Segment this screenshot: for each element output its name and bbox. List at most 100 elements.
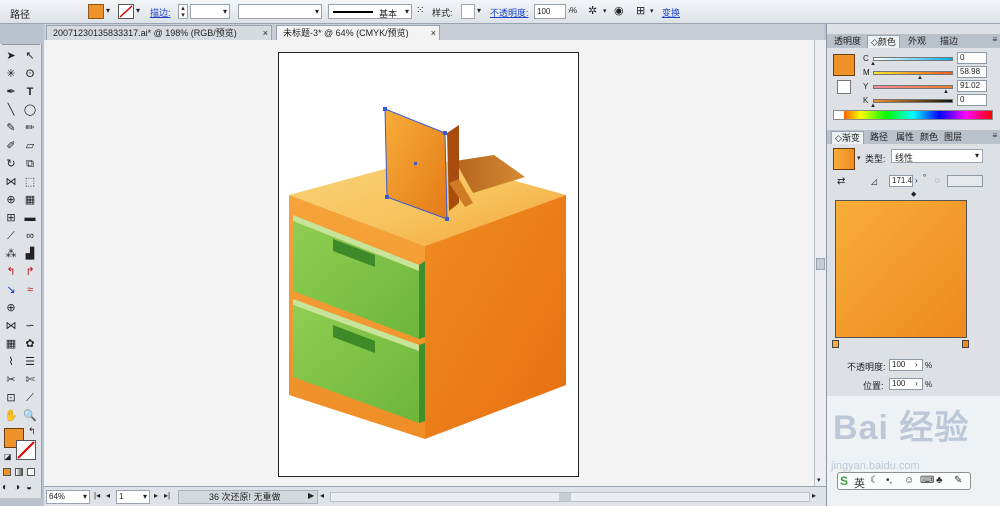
none-color-chip[interactable]: [834, 111, 844, 119]
channel-y-slider[interactable]: [873, 85, 953, 89]
transform-link[interactable]: 变换: [662, 6, 680, 19]
scroll-down-icon[interactable]: ▾: [817, 476, 821, 484]
blob-brush-tool-icon[interactable]: ✐: [3, 138, 19, 154]
fill-swatch[interactable]: [88, 4, 104, 19]
path-tool-icon[interactable]: ↘: [3, 282, 19, 298]
gradient-mode-button[interactable]: [15, 468, 23, 476]
line-tool-icon[interactable]: ╲: [3, 102, 19, 118]
crystallize-tool-icon[interactable]: ✿: [22, 336, 38, 352]
tab-appearance[interactable]: 外观: [905, 35, 929, 48]
anchor-point[interactable]: [383, 107, 387, 111]
zoom-tool-icon[interactable]: 🔍: [22, 408, 38, 424]
channel-y-input[interactable]: 91.02: [957, 80, 987, 92]
globe-icon[interactable]: ◉: [614, 4, 624, 17]
paintbrush-tool-icon[interactable]: ✎: [3, 120, 19, 136]
close-icon[interactable]: ×: [263, 26, 268, 40]
channel-m-input[interactable]: 58.98: [957, 66, 987, 78]
drawer-top-side[interactable]: [419, 261, 425, 339]
anchor-point[interactable]: [445, 217, 449, 221]
toolbox-grip[interactable]: [2, 44, 40, 47]
channel-c-input[interactable]: 0: [957, 52, 987, 64]
select-similar-icon[interactable]: ⊞: [636, 4, 645, 17]
shaper-tool-icon[interactable]: ↰: [3, 264, 19, 280]
vertical-scrollbar[interactable]: ▾: [814, 40, 826, 486]
stroke-weight-dropdown[interactable]: ▾: [190, 4, 230, 19]
mesh-tool-icon[interactable]: ⊞: [3, 210, 19, 226]
next-page-icon[interactable]: ▸: [154, 491, 158, 500]
pen-tool-icon[interactable]: ✒: [3, 84, 19, 100]
drawer-bottom-side[interactable]: [419, 343, 425, 423]
slider-thumb-icon[interactable]: ▲: [917, 75, 923, 81]
shape-builder-tool-icon[interactable]: ⊕: [3, 192, 19, 208]
ellipse-tool-icon[interactable]: ◯: [22, 102, 38, 118]
tab-color[interactable]: ◇颜色: [867, 35, 900, 48]
tab-layers[interactable]: 图层: [941, 131, 965, 144]
color-fill-swatch[interactable]: [833, 54, 855, 76]
zoom-dropdown[interactable]: 64% ▾: [46, 490, 90, 504]
smiley-icon[interactable]: ☺: [904, 475, 914, 486]
ime-toolbar[interactable]: S 英 ☾ •, ☺ ⌨ ♣ ✎: [837, 472, 971, 490]
page-number-input[interactable]: 1 ▾: [116, 490, 150, 504]
eraser-tool-icon[interactable]: ▱: [22, 138, 38, 154]
knife-tool-icon[interactable]: ✂: [3, 372, 19, 388]
midpoint-diamond-icon[interactable]: ◆: [911, 190, 916, 198]
ime-mode-label[interactable]: 英: [854, 475, 865, 491]
reverse-gradient-icon[interactable]: ⇄: [837, 176, 845, 187]
list-tool-icon[interactable]: ☰: [22, 354, 38, 370]
draw-inside-icon[interactable]: ◒: [26, 482, 32, 493]
variable-width-dropdown[interactable]: ▾: [238, 4, 322, 19]
chevron-right-icon[interactable]: ›: [915, 176, 918, 185]
selection-tool-icon[interactable]: ➤: [3, 48, 19, 64]
cabinet-illustration[interactable]: [279, 53, 578, 476]
target-tool-icon[interactable]: ⊕: [3, 300, 19, 316]
draw-behind-icon[interactable]: ◑: [14, 482, 20, 493]
tab-document-1[interactable]: 20071230135833317.ai* @ 198% (RGB/预览) ×: [46, 25, 272, 40]
aspect-ratio-input[interactable]: [947, 175, 983, 187]
chevron-down-icon[interactable]: ▾: [650, 7, 654, 15]
perspective-grid-tool-icon[interactable]: ▦: [22, 192, 38, 208]
gradient-angle-input[interactable]: 171.4: [889, 175, 913, 187]
tab-transparency[interactable]: 透明度: [831, 35, 864, 48]
swap-colors-icon[interactable]: ↰: [28, 426, 36, 437]
chevron-down-icon[interactable]: ▾: [603, 7, 607, 15]
slider-thumb-icon[interactable]: ▲: [870, 103, 876, 109]
symbol-sprayer-tool-icon[interactable]: ⁂: [3, 246, 19, 262]
gradient-tool-icon[interactable]: ▬: [22, 210, 38, 226]
direct-selection-tool-icon[interactable]: ↖: [22, 48, 38, 64]
slider-thumb-icon[interactable]: ▲: [943, 89, 949, 95]
close-icon[interactable]: ×: [431, 26, 436, 40]
warp-tool-icon[interactable]: ⋈: [3, 318, 19, 334]
scissors-tool-icon[interactable]: ✄: [22, 372, 38, 388]
scroll-left-icon[interactable]: ◂: [320, 491, 324, 500]
hand-tool-icon[interactable]: ✋: [3, 408, 19, 424]
chevron-down-icon[interactable]: ▾: [106, 6, 110, 15]
pencil-tool-icon[interactable]: ✏: [22, 120, 38, 136]
gradient-stop-end[interactable]: [962, 340, 969, 348]
tab-document-2[interactable]: 未标题-3* @ 64% (CMYK/预览) ×: [276, 25, 440, 40]
rotate-tool-icon[interactable]: ↻: [3, 156, 19, 172]
gradient-slider-preview[interactable]: [835, 200, 967, 338]
type-tool-icon[interactable]: T: [22, 84, 38, 100]
artboard[interactable]: [278, 52, 579, 477]
curvature-tool-icon[interactable]: ↱: [22, 264, 38, 280]
tab-attributes[interactable]: 属性: [893, 131, 917, 144]
anchor-point[interactable]: [443, 131, 447, 135]
stroke-weight-stepper[interactable]: ▴ ▾: [178, 4, 188, 19]
draw-normal-icon[interactable]: ◐: [2, 482, 8, 493]
channel-k-input[interactable]: 0: [957, 94, 987, 106]
opacity-link[interactable]: 不透明度:: [490, 6, 529, 19]
slider-thumb-icon[interactable]: ▲: [870, 61, 876, 67]
gradient-preview-swatch[interactable]: [833, 148, 855, 170]
anchor-point[interactable]: [385, 195, 389, 199]
scroll-thumb[interactable]: [559, 493, 571, 501]
column-graph-tool-icon[interactable]: ▟: [22, 246, 38, 262]
none-mode-button[interactable]: [27, 468, 35, 476]
scroll-thumb[interactable]: [816, 258, 825, 270]
scroll-right-icon[interactable]: ▸: [812, 491, 816, 500]
gradient-type-dropdown[interactable]: 线性 ▾: [891, 149, 983, 163]
free-transform-tool-icon[interactable]: ⬚: [22, 174, 38, 190]
last-page-icon[interactable]: ▸|: [164, 491, 170, 500]
moon-icon[interactable]: ☾: [870, 475, 879, 486]
panel-menu-icon[interactable]: ≡: [992, 131, 997, 140]
grid-tool-icon[interactable]: ▦: [3, 336, 19, 352]
